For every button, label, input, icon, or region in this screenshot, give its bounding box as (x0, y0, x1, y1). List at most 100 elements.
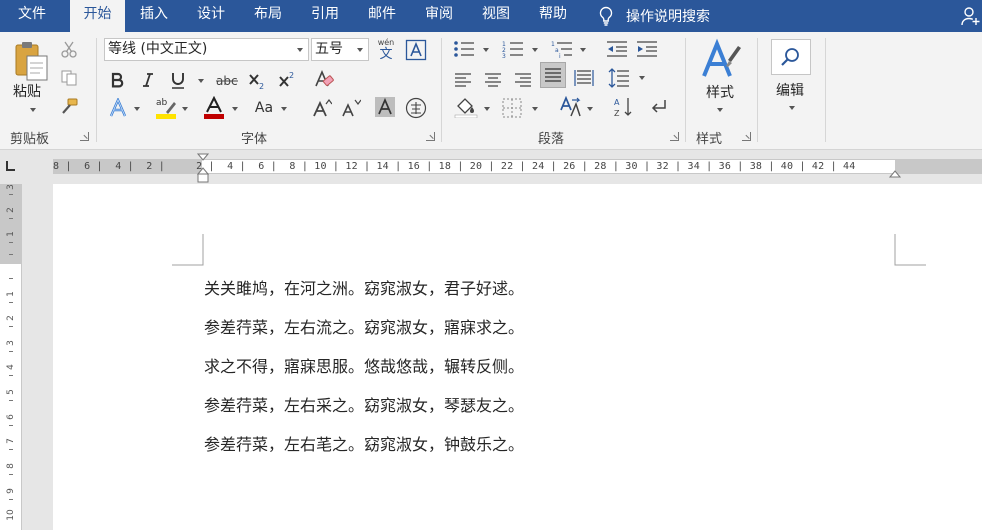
line-spacing-icon[interactable] (608, 68, 630, 88)
styles-launcher-icon[interactable] (742, 132, 751, 141)
superscript-icon[interactable]: 2 (278, 71, 296, 89)
paragraph-launcher-icon[interactable] (670, 132, 679, 141)
tab-references[interactable]: 引用 (302, 0, 348, 32)
document-line[interactable]: 参差荇菜，左右流之。窈窕淑女，寤寐求之。 (204, 314, 524, 338)
font-color-icon[interactable] (203, 96, 225, 120)
document-line[interactable]: 求之不得，寤寐思服。悠哉悠哉，辗转反侧。 (204, 353, 524, 377)
multilevel-list-icon[interactable]: 1ai (551, 40, 573, 58)
group-divider (685, 38, 686, 142)
tab-help[interactable]: 帮助 (530, 0, 576, 32)
styles-icon[interactable] (700, 38, 742, 80)
vertical-ruler[interactable]: 3 2 1 1 2 3 4 5 6 7 8 9 10 (0, 184, 22, 530)
document-line[interactable]: 参差荇菜，左右采之。窈窕淑女，琴瑟友之。 (204, 392, 524, 416)
font-group-label: 字体 (241, 132, 268, 147)
phonetic-guide-icon[interactable]: wén 文 (375, 37, 397, 63)
borders-icon[interactable] (502, 98, 522, 118)
subscript-icon[interactable]: 2 (248, 72, 266, 90)
document-line[interactable]: 关关雎鸠，在河之洲。窈窕淑女，君子好逑。 (204, 275, 524, 299)
shrink-font-icon[interactable] (341, 98, 361, 118)
tab-insert[interactable]: 插入 (131, 0, 177, 32)
format-painter-icon[interactable] (60, 98, 78, 116)
font-launcher-icon[interactable] (426, 132, 435, 141)
paste-dropdown-icon[interactable] (30, 108, 36, 112)
font-size-dropdown-icon[interactable] (357, 48, 363, 52)
chinese-layout-dropdown-icon[interactable] (587, 107, 593, 111)
text-highlight-icon[interactable]: ab (155, 96, 179, 120)
horizontal-ruler[interactable]: 8 | 6 | 4 | 2 | 2 | 4 | 6 | 8 | 10 | 12 … (53, 159, 982, 174)
text-effects-dropdown-icon[interactable] (134, 107, 140, 111)
svg-text:ab: ab (156, 98, 168, 108)
font-family-box[interactable]: 等线 (中文正文) (104, 38, 309, 61)
numbering-dropdown-icon[interactable] (532, 48, 538, 52)
font-color-dropdown-icon[interactable] (232, 107, 238, 111)
clear-formatting-icon[interactable] (313, 68, 335, 90)
align-right-icon[interactable] (514, 72, 532, 88)
tab-selector-icon[interactable] (4, 160, 16, 172)
vruler-tick (9, 375, 13, 376)
change-case-icon[interactable]: Aa (253, 99, 275, 117)
justify-icon[interactable] (544, 67, 562, 85)
share-person-icon[interactable] (960, 6, 982, 26)
bullets-icon[interactable] (453, 40, 475, 58)
bold-icon[interactable] (110, 72, 124, 88)
tab-mailings[interactable]: 邮件 (359, 0, 405, 32)
numbering-icon[interactable]: 123 (502, 40, 524, 58)
underline-icon[interactable] (170, 71, 186, 89)
bullets-dropdown-icon[interactable] (483, 48, 489, 52)
vruler-tick (9, 254, 13, 255)
tab-review[interactable]: 审阅 (416, 0, 462, 32)
vruler-number: 6 (6, 414, 16, 420)
text-highlight-dropdown-icon[interactable] (182, 107, 188, 111)
font-family-dropdown-icon[interactable] (297, 48, 303, 52)
font-size-box[interactable]: 五号 (311, 38, 369, 61)
editing-button[interactable] (771, 39, 811, 75)
vruler-tick (9, 242, 13, 243)
horizontal-ruler-area: 8 | 6 | 4 | 2 | 2 | 4 | 6 | 8 | 10 | 12 … (0, 150, 982, 184)
align-center-icon[interactable] (484, 72, 502, 88)
svg-text:Z: Z (614, 109, 620, 118)
clipboard-launcher-icon[interactable] (80, 132, 89, 141)
copy-icon[interactable] (60, 69, 78, 87)
enclose-characters-icon[interactable] (405, 97, 427, 119)
distributed-icon[interactable] (574, 69, 594, 87)
character-border-icon[interactable] (405, 39, 427, 61)
align-left-icon[interactable] (454, 72, 472, 88)
character-shading-icon[interactable] (375, 97, 395, 117)
ruler-numbers: 8 | 6 | 4 | 2 | 2 | 4 | 6 | 8 | 10 | 12 … (53, 161, 856, 172)
document-line[interactable]: 参差荇菜，左右芼之。窈窕淑女，钟鼓乐之。 (204, 431, 524, 455)
chinese-layout-icon[interactable] (559, 96, 581, 118)
tab-home[interactable]: 开始 (70, 0, 125, 34)
decrease-indent-icon[interactable] (606, 40, 628, 58)
line-spacing-dropdown-icon[interactable] (639, 76, 645, 80)
change-case-dropdown-icon[interactable] (281, 107, 287, 111)
svg-text:i: i (559, 53, 561, 58)
underline-dropdown-icon[interactable] (198, 79, 204, 83)
svg-text:A: A (614, 98, 620, 107)
sort-icon[interactable]: AZ (613, 96, 633, 118)
tab-design[interactable]: 设计 (188, 0, 234, 32)
cut-icon[interactable] (60, 40, 78, 58)
indent-marker-icon[interactable] (197, 153, 209, 184)
grow-font-icon[interactable] (312, 98, 332, 118)
tab-view[interactable]: 视图 (473, 0, 519, 32)
vruler-tick (9, 400, 13, 401)
right-indent-marker-icon[interactable] (889, 170, 901, 178)
styles-dropdown-icon[interactable] (717, 108, 723, 112)
italic-icon[interactable] (141, 72, 155, 88)
paragraph-mark-icon[interactable] (650, 98, 668, 116)
tell-me-search[interactable]: 操作说明搜索 (598, 0, 710, 32)
vruler-number: 2 (6, 207, 16, 213)
text-effects-icon[interactable] (108, 98, 128, 118)
tab-layout[interactable]: 布局 (245, 0, 291, 32)
strikethrough-icon[interactable]: abc (216, 74, 238, 88)
paste-icon[interactable] (14, 40, 50, 82)
increase-indent-icon[interactable] (636, 40, 658, 58)
svg-text:3: 3 (502, 53, 506, 58)
editing-dropdown-icon[interactable] (789, 106, 795, 110)
multilevel-list-dropdown-icon[interactable] (580, 48, 586, 52)
tab-file[interactable]: 文件 (4, 0, 60, 32)
group-divider (96, 38, 97, 142)
shading-dropdown-icon[interactable] (484, 107, 490, 111)
borders-dropdown-icon[interactable] (532, 107, 538, 111)
shading-icon[interactable] (454, 96, 478, 118)
